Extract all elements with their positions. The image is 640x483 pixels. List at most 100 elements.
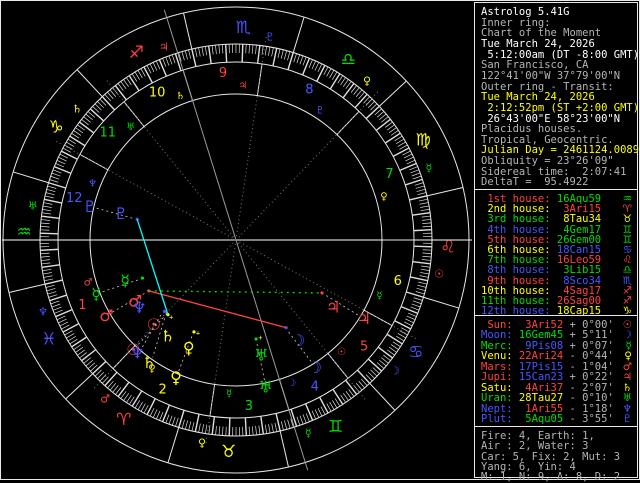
house-number-1: 1 [78,298,86,313]
degree-tick [41,260,50,261]
sign-boundary-line [280,431,288,467]
degree-tick [413,262,431,264]
degree-tick [60,322,68,326]
degree-tick [70,136,85,146]
degree-tick [412,173,420,176]
degree-tick [318,408,322,416]
degree-tick [45,196,54,198]
degree-tick [166,57,169,65]
degree-tick [320,397,328,413]
planet-glyph-outer-plut: ♇ [83,197,97,216]
degree-tick [53,170,61,173]
degree-tick [138,402,142,410]
degree-tick [423,253,432,254]
degree-tick [387,334,402,344]
degree-tick [47,189,56,191]
planet-row: Plut: 5Aqu05 - 3°55' [481,414,614,425]
tally-line: M: 1, N: 9, A: 8, D: 2 [481,472,620,483]
degree-tick [275,423,277,432]
degree-tick [41,220,50,221]
degree-tick [41,223,50,224]
degree-tick [212,45,213,54]
degree-tick [284,51,286,60]
degree-tick [303,57,306,65]
degree-tick [281,50,283,59]
degree-tick [423,226,432,227]
sign-ruler-glyph: ☿ [305,426,312,439]
degree-tick [129,76,139,91]
degree-tick [126,395,131,402]
degree-tick [141,404,145,412]
planet-position-dot [163,310,166,313]
house-number-5: 5 [360,340,368,355]
degree-tick [281,421,283,430]
planet-glyph-outer-moon: ☽ [308,358,322,377]
house-ruler-glyph: ♇ [316,105,325,116]
degree-tick [393,148,409,156]
degree-tick [416,291,425,293]
degree-tick [416,186,425,188]
degree-tick [256,426,257,435]
degree-tick [182,52,184,61]
house-number-10: 10 [149,85,166,100]
degree-tick [330,74,340,89]
planet-glyph-inner-merc: ☿ [120,271,130,290]
degree-tick [261,416,264,434]
degree-tick [412,304,420,307]
planet-glyph-outer-jupi: ♃ [357,309,371,328]
degree-tick [422,259,431,260]
house-cusp-extension [236,240,416,339]
degree-tick [219,426,220,435]
degree-tick [53,307,61,310]
degree-tick [185,421,187,430]
house-ruler-glyph: ♅ [126,122,135,133]
chart-info-line: DeltaT = 95.4922 [481,177,588,188]
sign-ruler-glyph: ♆ [38,306,48,319]
degree-tick [47,288,56,290]
degree-tick [61,151,77,159]
chart-wheel: ♈♂♉♀♊☿♋☽♌☉♍☿♎♀♏♇♐♃♑♄♒♅♓♆1♂2♀3☿4☽5☉6☿7♀8♇… [0,0,472,480]
degree-tick [44,276,53,278]
degree-tick [56,163,64,167]
degree-tick [242,44,243,62]
degree-tick [73,130,80,135]
degree-tick [408,313,416,317]
planet-position-dot [254,337,257,340]
sign-boundary-line [77,70,102,97]
degree-tick [312,61,316,69]
degree-tick [262,46,263,55]
degree-tick [68,336,76,341]
degree-tick [57,316,65,320]
degree-tick [249,44,250,53]
degree-tick [420,276,429,278]
degree-tick [407,160,415,164]
degree-tick [284,421,286,430]
degree-tick [332,400,337,408]
sign-glyph-virgo: ♍ [416,130,431,150]
degree-tick [163,58,166,66]
degree-tick [341,77,346,84]
planet-glyph-inner-jupi: ♃ [326,298,340,317]
sign-boundary-line [168,427,179,462]
degree-tick [268,47,270,56]
degree-tick [404,154,412,158]
sign-glyph-aquarius: ♒ [17,223,32,243]
degree-tick [156,61,160,69]
planet-glyph-outer-merc: ☿ [91,285,101,304]
degree-tick [156,411,160,419]
degree-tick [422,256,431,257]
degree-tick [421,266,430,267]
degree-tick [199,424,201,433]
degree-tick [46,193,55,195]
degree-tick [265,425,266,434]
planet-glyph-outer-nept: ♆ [130,344,144,363]
sign-boundary-line [370,383,395,410]
house-cusp-line [257,64,262,96]
degree-tick [205,46,206,55]
degree-tick [66,142,74,146]
degree-tick [417,288,426,290]
sign-glyph-pisces: ♓ [41,330,56,350]
sign-ruler-glyph: ♇ [265,30,275,43]
degree-tick [147,399,155,415]
degree-tick [422,219,431,220]
